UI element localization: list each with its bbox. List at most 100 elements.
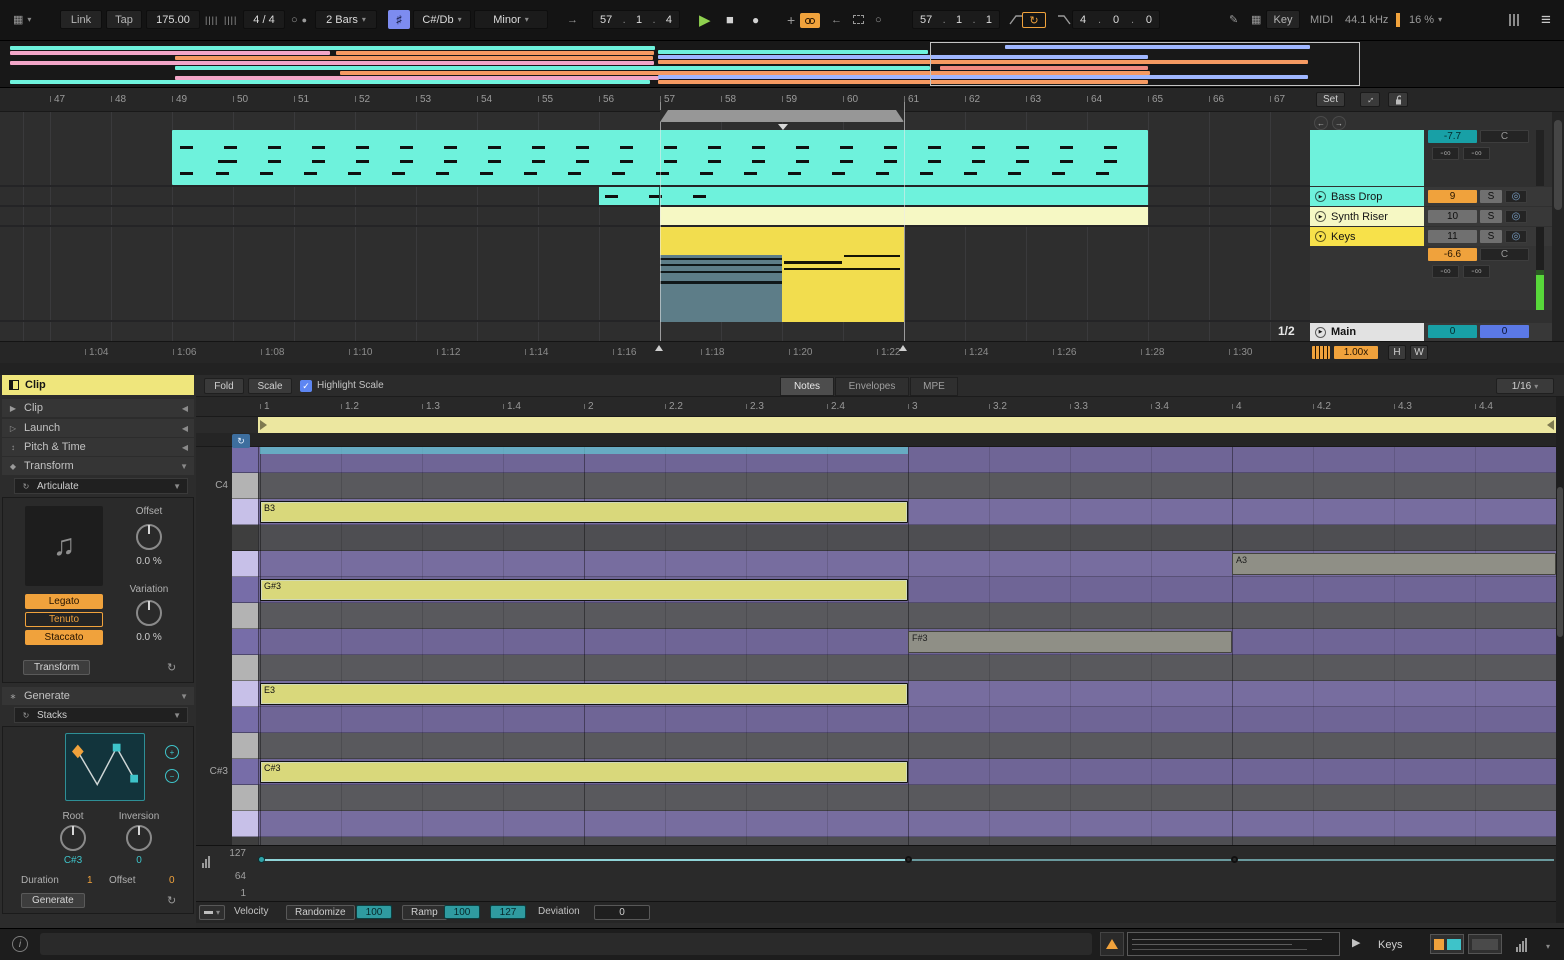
editor-scrollbar[interactable] <box>1556 397 1564 923</box>
track-number[interactable]: 9 <box>1428 190 1477 203</box>
play-button[interactable]: ▶ <box>692 10 718 29</box>
midi-map-icon[interactable]: ▦ <box>1244 10 1268 29</box>
output-meter-icon[interactable] <box>1516 938 1527 952</box>
collapse-icon[interactable]: ◀ <box>182 404 188 413</box>
remove-stack-button[interactable]: − <box>165 769 179 783</box>
link-button[interactable]: Link <box>60 10 102 29</box>
root-value[interactable]: C#3 <box>47 855 99 866</box>
main-menu-icon[interactable]: ≡ <box>1534 10 1558 29</box>
main-value-1[interactable]: 0 <box>1428 325 1477 338</box>
pitch-row[interactable] <box>258 655 1556 681</box>
collapse-icon[interactable]: ◀ <box>182 424 188 433</box>
arrangement-scrollbar[interactable] <box>1552 112 1564 341</box>
clip-keys-selected-region[interactable] <box>660 255 782 322</box>
randomize-button[interactable]: Randomize <box>286 905 355 920</box>
fold-track-icon[interactable]: ▶ <box>1315 211 1326 222</box>
height-zoom-button[interactable]: H <box>1388 345 1406 360</box>
piano-keys[interactable] <box>232 447 258 845</box>
clip-keys[interactable] <box>660 227 904 322</box>
offset-value[interactable]: 0.0 % <box>121 556 177 567</box>
inversion-knob[interactable] <box>126 825 152 851</box>
legato-button[interactable]: Legato <box>25 594 103 609</box>
draw-mode-icon[interactable]: ✎ <box>1222 10 1245 29</box>
pitch-row[interactable] <box>258 785 1556 811</box>
piano-key[interactable] <box>232 837 258 845</box>
editor-scrub-area[interactable] <box>196 433 1556 447</box>
piano-key[interactable] <box>232 447 258 473</box>
inversion-value[interactable]: 0 <box>117 855 161 866</box>
expand-icon[interactable]: ▼ <box>180 692 188 701</box>
nudge-down-icon[interactable]: |||| <box>203 10 220 29</box>
section-generate[interactable]: ∗Generate▼ <box>2 687 194 705</box>
pitch-row[interactable] <box>258 733 1556 759</box>
next-page-button[interactable]: → <box>1332 116 1346 130</box>
follow-button[interactable]: → <box>560 10 585 29</box>
duration-value[interactable]: 1 <box>87 875 93 886</box>
pan-field[interactable]: C <box>1480 248 1529 261</box>
tab-envelopes[interactable]: Envelopes <box>835 377 909 396</box>
track-header-bass-drop[interactable]: ▶Bass Drop 9 S ◎ <box>1310 187 1552 206</box>
staccato-button[interactable]: Staccato <box>25 630 103 645</box>
clip-tab[interactable]: Clip <box>2 375 194 395</box>
piano-key[interactable] <box>232 655 258 681</box>
track-name[interactable] <box>1310 130 1424 186</box>
scale-menu[interactable]: Minor▾ <box>474 10 548 29</box>
overview-toggle-icon[interactable] <box>1502 10 1526 29</box>
midi-note-fs3[interactable]: F#3 <box>908 631 1232 653</box>
track-activator[interactable]: ◎ <box>1505 210 1527 223</box>
piano-key[interactable] <box>232 629 258 655</box>
track-number[interactable]: 10 <box>1428 210 1477 223</box>
ramp-end-field[interactable]: 127 <box>490 905 526 919</box>
lane-selector[interactable]: ▾ <box>199 905 225 920</box>
collapse-icon[interactable]: ◀ <box>182 443 188 452</box>
record-button[interactable]: ● <box>745 10 766 29</box>
stacks-visualization[interactable] <box>65 733 145 801</box>
fold-track-icon[interactable]: ▶ <box>1315 327 1326 338</box>
pitch-row[interactable] <box>258 629 1556 655</box>
arrangement-time-ruler[interactable]: 1:04 1:06 1:08 1:10 1:12 1:14 1:16 1:18 … <box>0 341 1564 363</box>
send-b-field[interactable]: -∞ <box>1463 147 1490 160</box>
scrub-marker[interactable] <box>899 345 907 351</box>
track-name[interactable]: ▶Main <box>1310 323 1424 341</box>
track-number[interactable]: 11 <box>1428 230 1477 243</box>
offset-knob[interactable] <box>136 524 162 550</box>
highlight-scale-checkbox[interactable]: ✓ <box>300 380 312 392</box>
arrangement-overview[interactable] <box>0 41 1564 88</box>
pitch-row[interactable] <box>258 707 1556 733</box>
scrub-marker[interactable] <box>655 345 663 351</box>
section-launch[interactable]: ▷Launch◀ <box>2 419 194 437</box>
arrangement-tracks[interactable]: 1/2 -7.7 C -∞ -∞ ▶Bass Drop 9 S ◎ <box>0 112 1552 341</box>
deviation-field[interactable]: 0 <box>594 905 650 920</box>
tap-tempo-button[interactable]: Tap <box>106 10 142 29</box>
midi-keyboard-icon[interactable] <box>1312 346 1330 359</box>
volume-field[interactable]: -7.7 <box>1428 130 1477 143</box>
volume-field[interactable]: -6.6 <box>1428 248 1477 261</box>
preset-cycle-icon[interactable]: ↻ <box>21 482 31 491</box>
midi-note-a3[interactable]: A3 <box>1232 553 1556 575</box>
layout-selector-icon[interactable]: ▦▾ <box>6 10 38 29</box>
playback-speed-field[interactable]: 1.00x <box>1334 346 1378 359</box>
tenuto-button[interactable]: Tenuto <box>25 612 103 627</box>
send-b-field[interactable]: -∞ <box>1463 265 1490 278</box>
solo-button[interactable]: S <box>1480 190 1502 203</box>
arrangement-minimap[interactable] <box>1127 932 1340 956</box>
insert-marker[interactable] <box>778 124 788 130</box>
clip-loop-toggle[interactable]: ↻ <box>232 434 250 448</box>
piano-key[interactable] <box>232 785 258 811</box>
piano-key[interactable] <box>232 603 258 629</box>
velocity-lane[interactable]: 127 64 1 <box>196 845 1556 901</box>
piano-key[interactable] <box>232 733 258 759</box>
time-signature-field[interactable]: 4 / 4 <box>243 10 285 29</box>
velocity-handle[interactable] <box>258 856 265 863</box>
clip-loop-bar[interactable] <box>258 417 1556 433</box>
tempo-field[interactable]: 175.00 <box>146 10 200 29</box>
pitch-row[interactable] <box>258 811 1556 837</box>
cpu-load-field[interactable]: 16 %▾ <box>1402 10 1449 29</box>
device-thumbnail[interactable] <box>1468 934 1502 954</box>
piano-key[interactable] <box>232 759 258 785</box>
metronome-icon[interactable]: ○● <box>288 10 310 29</box>
expand-icon[interactable]: ▼ <box>180 462 188 471</box>
gen-offset-value[interactable]: 0 <box>169 875 175 886</box>
articulate-selector[interactable]: ↻Articulate▼ <box>14 478 188 494</box>
generate-apply-button[interactable]: Generate <box>21 893 85 908</box>
